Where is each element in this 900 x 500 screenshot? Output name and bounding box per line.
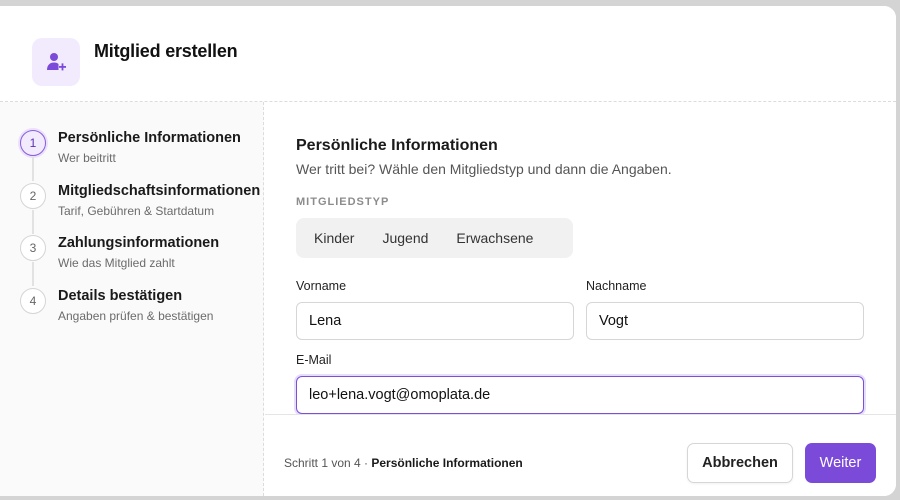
step-personal-info[interactable]: 1 Persönliche Informationen Wer beitritt [20,130,260,170]
step-number: 3 [20,235,46,261]
last-name-input[interactable] [586,302,864,340]
member-type-jugend[interactable]: Jugend [368,222,442,254]
step-number: 1 [20,130,46,156]
section-subtitle: Wer tritt bei? Wähle den Mitgliedstyp un… [296,161,672,177]
step-payment-info[interactable]: 3 Zahlungsinformationen Wie das Mitglied… [20,235,260,275]
member-type-kinder[interactable]: Kinder [300,222,368,254]
cancel-button[interactable]: Abbrechen [687,443,793,483]
step-connector [32,157,34,181]
member-type-erwachsene[interactable]: Erwachsene [442,222,547,254]
stepper-sidebar: 1 Persönliche Informationen Wer beitritt… [0,102,264,496]
last-name-label: Nachname [586,279,647,293]
step-number: 4 [20,288,46,314]
step-subtitle: Wie das Mitglied zahlt [58,256,175,270]
first-name-input[interactable] [296,302,574,340]
step-title: Mitgliedschaftsinformationen [58,183,261,199]
create-member-dialog: Mitglied erstellen 1 Persönliche Informa… [0,6,896,496]
form-content: Persönliche Informationen Wer tritt bei?… [265,102,896,414]
step-title: Zahlungsinformationen [58,235,220,251]
step-indicator: Schritt 1 von 4 · Persönliche Informatio… [284,456,523,470]
step-subtitle: Tarif, Gebühren & Startdatum [58,204,215,218]
dialog-title: Mitglied erstellen [94,41,238,61]
dialog-footer: Schritt 1 von 4 · Persönliche Informatio… [265,414,896,496]
email-input[interactable] [296,376,864,414]
step-confirm-details[interactable]: 4 Details bestätigen Angaben prüfen & be… [20,288,260,328]
section-title: Persönliche Informationen [296,137,498,154]
first-name-label: Vorname [296,279,347,293]
dialog-header: Mitglied erstellen [0,6,896,102]
step-subtitle: Wer beitritt [58,151,116,165]
member-type-label: MITGLIEDSTYP [296,196,390,208]
user-plus-icon [32,38,80,86]
step-title: Persönliche Informationen [58,130,241,146]
step-number: 2 [20,183,46,209]
step-connector [32,262,34,286]
email-label: E-Mail [296,353,332,367]
step-progress-text: Schritt 1 von 4 · [284,456,372,470]
step-membership-info[interactable]: 2 Mitgliedschaftsinformationen Tarif, Ge… [20,183,260,223]
member-type-selector: Kinder Jugend Erwachsene [296,218,573,258]
step-title: Details bestätigen [58,288,183,304]
next-button[interactable]: Weiter [805,443,876,483]
step-subtitle: Angaben prüfen & bestätigen [58,309,214,323]
step-connector [32,210,34,234]
current-step-name: Persönliche Informationen [371,456,523,470]
